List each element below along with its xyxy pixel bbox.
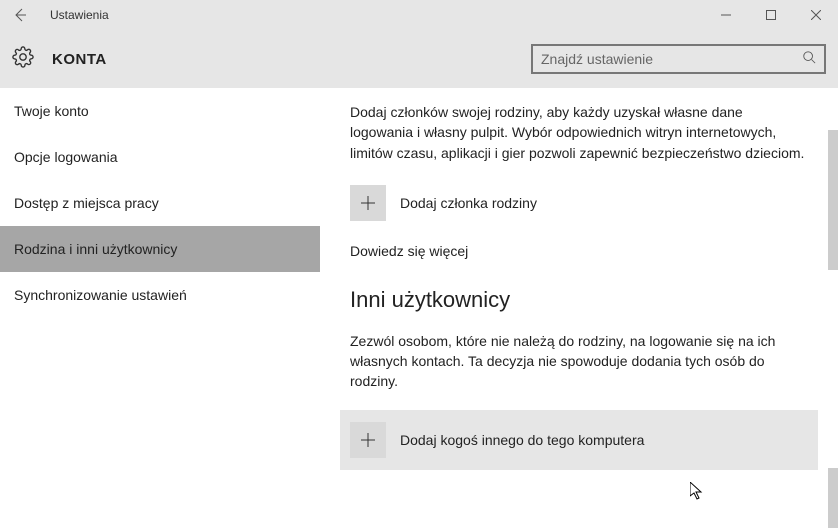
sidebar-item-signin-options[interactable]: Opcje logowania	[0, 134, 320, 180]
app-title: Ustawienia	[50, 8, 109, 22]
search-icon	[802, 50, 816, 69]
other-users-heading: Inni użytkownicy	[350, 287, 808, 313]
sidebar-item-family-users[interactable]: Rodzina i inni użytkownicy	[0, 226, 320, 272]
section-title: KONTA	[52, 51, 107, 68]
add-other-user-button[interactable]: Dodaj kogoś innego do tego komputera	[340, 410, 818, 470]
plus-icon	[350, 185, 386, 221]
sidebar-item-work-access[interactable]: Dostęp z miejsca pracy	[0, 180, 320, 226]
maximize-button[interactable]	[748, 0, 793, 30]
add-family-label: Dodaj członka rodziny	[400, 195, 537, 211]
sidebar-item-sync-settings[interactable]: Synchronizowanie ustawień	[0, 272, 320, 318]
add-family-member-button[interactable]: Dodaj członka rodziny	[350, 181, 808, 225]
gear-icon	[12, 46, 34, 73]
scrollbar[interactable]	[828, 468, 838, 528]
search-placeholder: Znajdź ustawienie	[541, 51, 653, 67]
header: KONTA Znajdź ustawienie	[0, 30, 838, 88]
learn-more-link[interactable]: Dowiedz się więcej	[350, 243, 808, 259]
titlebar: Ustawienia	[0, 0, 838, 30]
minimize-button[interactable]	[703, 0, 748, 30]
sidebar-item-your-account[interactable]: Twoje konto	[0, 88, 320, 134]
sidebar: Twoje konto Opcje logowania Dostęp z mie…	[0, 88, 320, 532]
other-users-description: Zezwól osobom, które nie należą do rodzi…	[350, 331, 808, 392]
main-content: Dodaj członków swojej rodziny, aby każdy…	[320, 88, 838, 532]
plus-icon	[350, 422, 386, 458]
back-button[interactable]	[8, 3, 32, 27]
search-input[interactable]: Znajdź ustawienie	[531, 44, 826, 74]
add-other-label: Dodaj kogoś innego do tego komputera	[400, 432, 644, 448]
scrollbar[interactable]	[828, 130, 838, 270]
family-description: Dodaj członków swojej rodziny, aby każdy…	[350, 102, 808, 163]
close-button[interactable]	[793, 0, 838, 30]
